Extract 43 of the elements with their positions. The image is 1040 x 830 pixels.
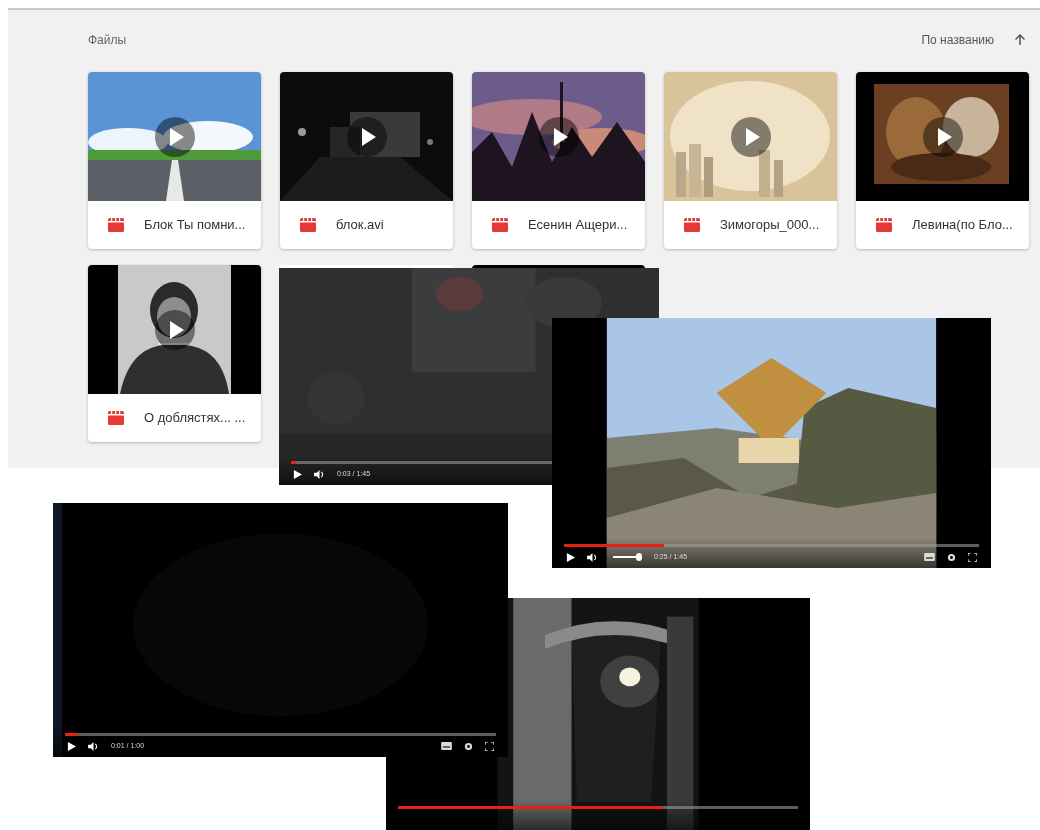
video-file-icon <box>108 410 124 426</box>
section-title: Файлы <box>88 32 127 49</box>
fullscreen-icon[interactable] <box>968 552 977 562</box>
fullscreen-icon[interactable] <box>485 741 494 751</box>
progress-track[interactable] <box>291 461 552 464</box>
volume-icon[interactable] <box>88 741 99 751</box>
subtitles-icon[interactable] <box>924 553 935 561</box>
file-card[interactable]: Левина(по Бло... <box>856 72 1029 249</box>
video-file-icon <box>492 217 508 233</box>
video-file-icon <box>300 217 316 233</box>
progress-track[interactable] <box>398 806 798 809</box>
file-card[interactable]: Есенин Ащери... <box>472 72 645 249</box>
video-file-icon <box>876 217 892 233</box>
file-name: Есенин Ащери... <box>528 216 628 235</box>
volume-icon[interactable] <box>314 469 325 479</box>
file-name: О доблястях... ... <box>144 409 246 428</box>
volume-icon[interactable] <box>587 552 598 562</box>
play-icon[interactable] <box>346 116 387 157</box>
settings-icon[interactable] <box>464 741 473 751</box>
file-card[interactable]: Зимогоры_000... <box>664 72 837 249</box>
progress-track[interactable] <box>564 544 979 547</box>
file-name: блок.avi <box>336 216 384 235</box>
file-name: Левина(по Бло... <box>912 216 1013 235</box>
file-name: Блок Ты помни... <box>144 216 246 235</box>
arrow-up-icon[interactable] <box>1014 34 1026 46</box>
play-icon[interactable] <box>566 552 575 562</box>
file-card[interactable]: блок.avi <box>280 72 453 249</box>
file-card[interactable]: О доблястях... ... <box>88 265 261 442</box>
play-icon[interactable] <box>293 469 302 479</box>
subtitles-icon[interactable] <box>441 742 452 750</box>
volume-slider[interactable] <box>610 553 642 561</box>
play-icon[interactable] <box>154 309 195 350</box>
video-file-icon <box>684 217 700 233</box>
progress-track[interactable] <box>65 733 496 736</box>
file-card[interactable]: Блок Ты помни... <box>88 72 261 249</box>
play-icon[interactable] <box>67 741 76 751</box>
play-icon[interactable] <box>154 116 195 157</box>
sort-button[interactable]: По названию <box>921 31 994 49</box>
file-name: Зимогоры_000... <box>720 216 820 235</box>
video-file-icon <box>108 217 124 233</box>
play-icon[interactable] <box>538 116 579 157</box>
settings-icon[interactable] <box>947 552 956 562</box>
play-icon[interactable] <box>922 116 963 157</box>
